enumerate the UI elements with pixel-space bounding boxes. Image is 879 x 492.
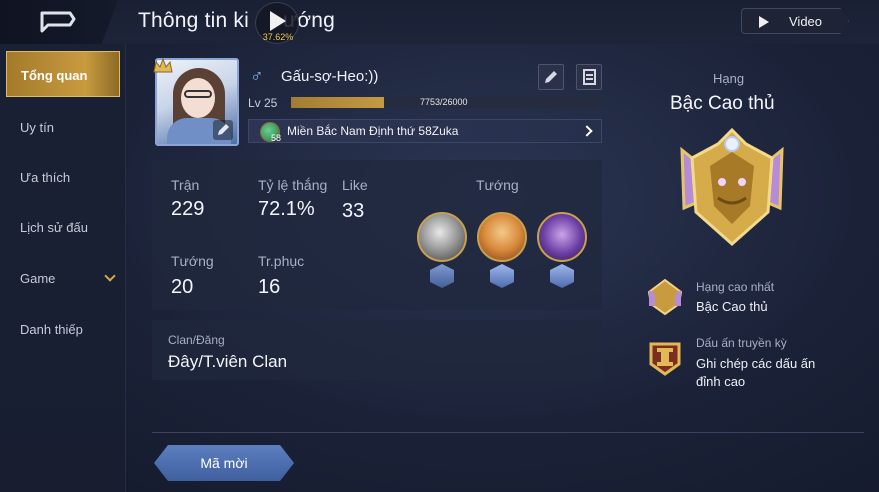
top-heroes-label: Tướng	[476, 177, 519, 193]
level-label: Lv 25	[248, 96, 278, 110]
clan-label: Clan/Đăng	[168, 333, 225, 347]
master-rank-emblem-icon[interactable]	[662, 122, 802, 262]
skins-label: Tr.phục	[258, 253, 305, 269]
sidebar-item-match-history[interactable]: Lịch sử đấu	[6, 204, 120, 250]
invite-code-button[interactable]: Mã mời	[154, 445, 294, 481]
skins-value: 16	[258, 276, 281, 298]
region-rank-badge: 58	[271, 133, 282, 143]
sidebar-item-label: Tổng quan	[21, 68, 88, 83]
page-title: Thông tin ki ướng	[138, 9, 335, 32]
sidebar-item-label: Ưa thích	[20, 170, 71, 185]
record-button[interactable]: 37.62%	[255, 2, 299, 44]
top-hero-1[interactable]	[417, 212, 467, 262]
sidebar-item-label: Danh thiếp	[20, 322, 83, 337]
sidebar-item-game[interactable]: Game	[6, 255, 120, 301]
sidebar-item-overview[interactable]: Tổng quan	[6, 51, 120, 97]
sidebar-item-favorites[interactable]: Ưa thích	[6, 154, 120, 200]
matches-label: Trận	[171, 177, 200, 193]
sidebar-item-label: Lịch sử đấu	[20, 220, 88, 235]
heroes-value: 20	[171, 276, 194, 298]
play-icon	[270, 11, 286, 31]
pencil-icon	[545, 71, 557, 83]
highest-rank-icon	[647, 278, 683, 316]
video-label: Video	[789, 14, 823, 29]
xp-text: 7753/26000	[420, 97, 468, 107]
invite-code-label: Mã mời	[200, 455, 248, 471]
crown-badge-icon	[153, 57, 173, 73]
clan-value: Đây/T.viên Clan	[168, 352, 288, 371]
like-label: Like	[342, 177, 368, 193]
male-icon: ♂	[250, 66, 264, 86]
winrate-label: Tỷ lệ thắng	[258, 177, 328, 193]
stats-panel	[152, 160, 602, 310]
play-icon	[759, 16, 769, 28]
like-value: 33	[342, 200, 365, 222]
location-text: Miền Bắc Nam Định thứ 58Zuka	[287, 124, 459, 138]
xp-bar-fill	[291, 97, 384, 108]
top-hero-3[interactable]	[537, 212, 587, 262]
heroes-label: Tướng	[171, 253, 214, 269]
player-name: Gấu-sợ-Heo:))	[281, 68, 379, 85]
legend-mark-icon	[649, 342, 681, 376]
video-button[interactable]: Video	[741, 8, 849, 34]
pencil-icon	[218, 124, 229, 135]
info-card-button[interactable]	[576, 64, 602, 90]
edit-name-button[interactable]	[538, 64, 564, 90]
sidebar-item-label: Uy tín	[20, 120, 54, 135]
highest-rank-value: Bậc Cao thủ	[696, 299, 768, 314]
document-icon	[583, 69, 596, 85]
sidebar-item-namecard[interactable]: Danh thiếp	[6, 306, 120, 352]
edit-avatar-button[interactable]	[213, 120, 233, 140]
chevron-down-icon	[104, 270, 116, 282]
highest-rank-label: Hạng cao nhất	[696, 280, 775, 294]
winrate-value: 72.1%	[258, 198, 315, 220]
sidebar-item-reputation[interactable]: Uy tín	[6, 104, 120, 150]
legend-mark-label: Dấu ấn truyền kỳ	[696, 336, 787, 350]
legend-mark-value-line1: Ghi chép các dấu ấn	[696, 356, 816, 371]
sidebar-item-label: Game	[20, 271, 56, 286]
record-percent: 37.62%	[262, 32, 294, 42]
rank-title: Hạng	[713, 71, 745, 86]
back-icon	[40, 11, 76, 33]
top-hero-2[interactable]	[477, 212, 527, 262]
rank-name: Bậc Cao thủ	[670, 93, 775, 114]
divider	[152, 432, 864, 433]
matches-value: 229	[171, 198, 205, 220]
location-bar[interactable]: 58 Miền Bắc Nam Định thứ 58Zuka	[248, 119, 602, 143]
chevron-right-icon	[581, 125, 593, 137]
legend-mark-value-line2: đỉnh cao	[696, 374, 746, 389]
back-button[interactable]	[0, 0, 118, 44]
